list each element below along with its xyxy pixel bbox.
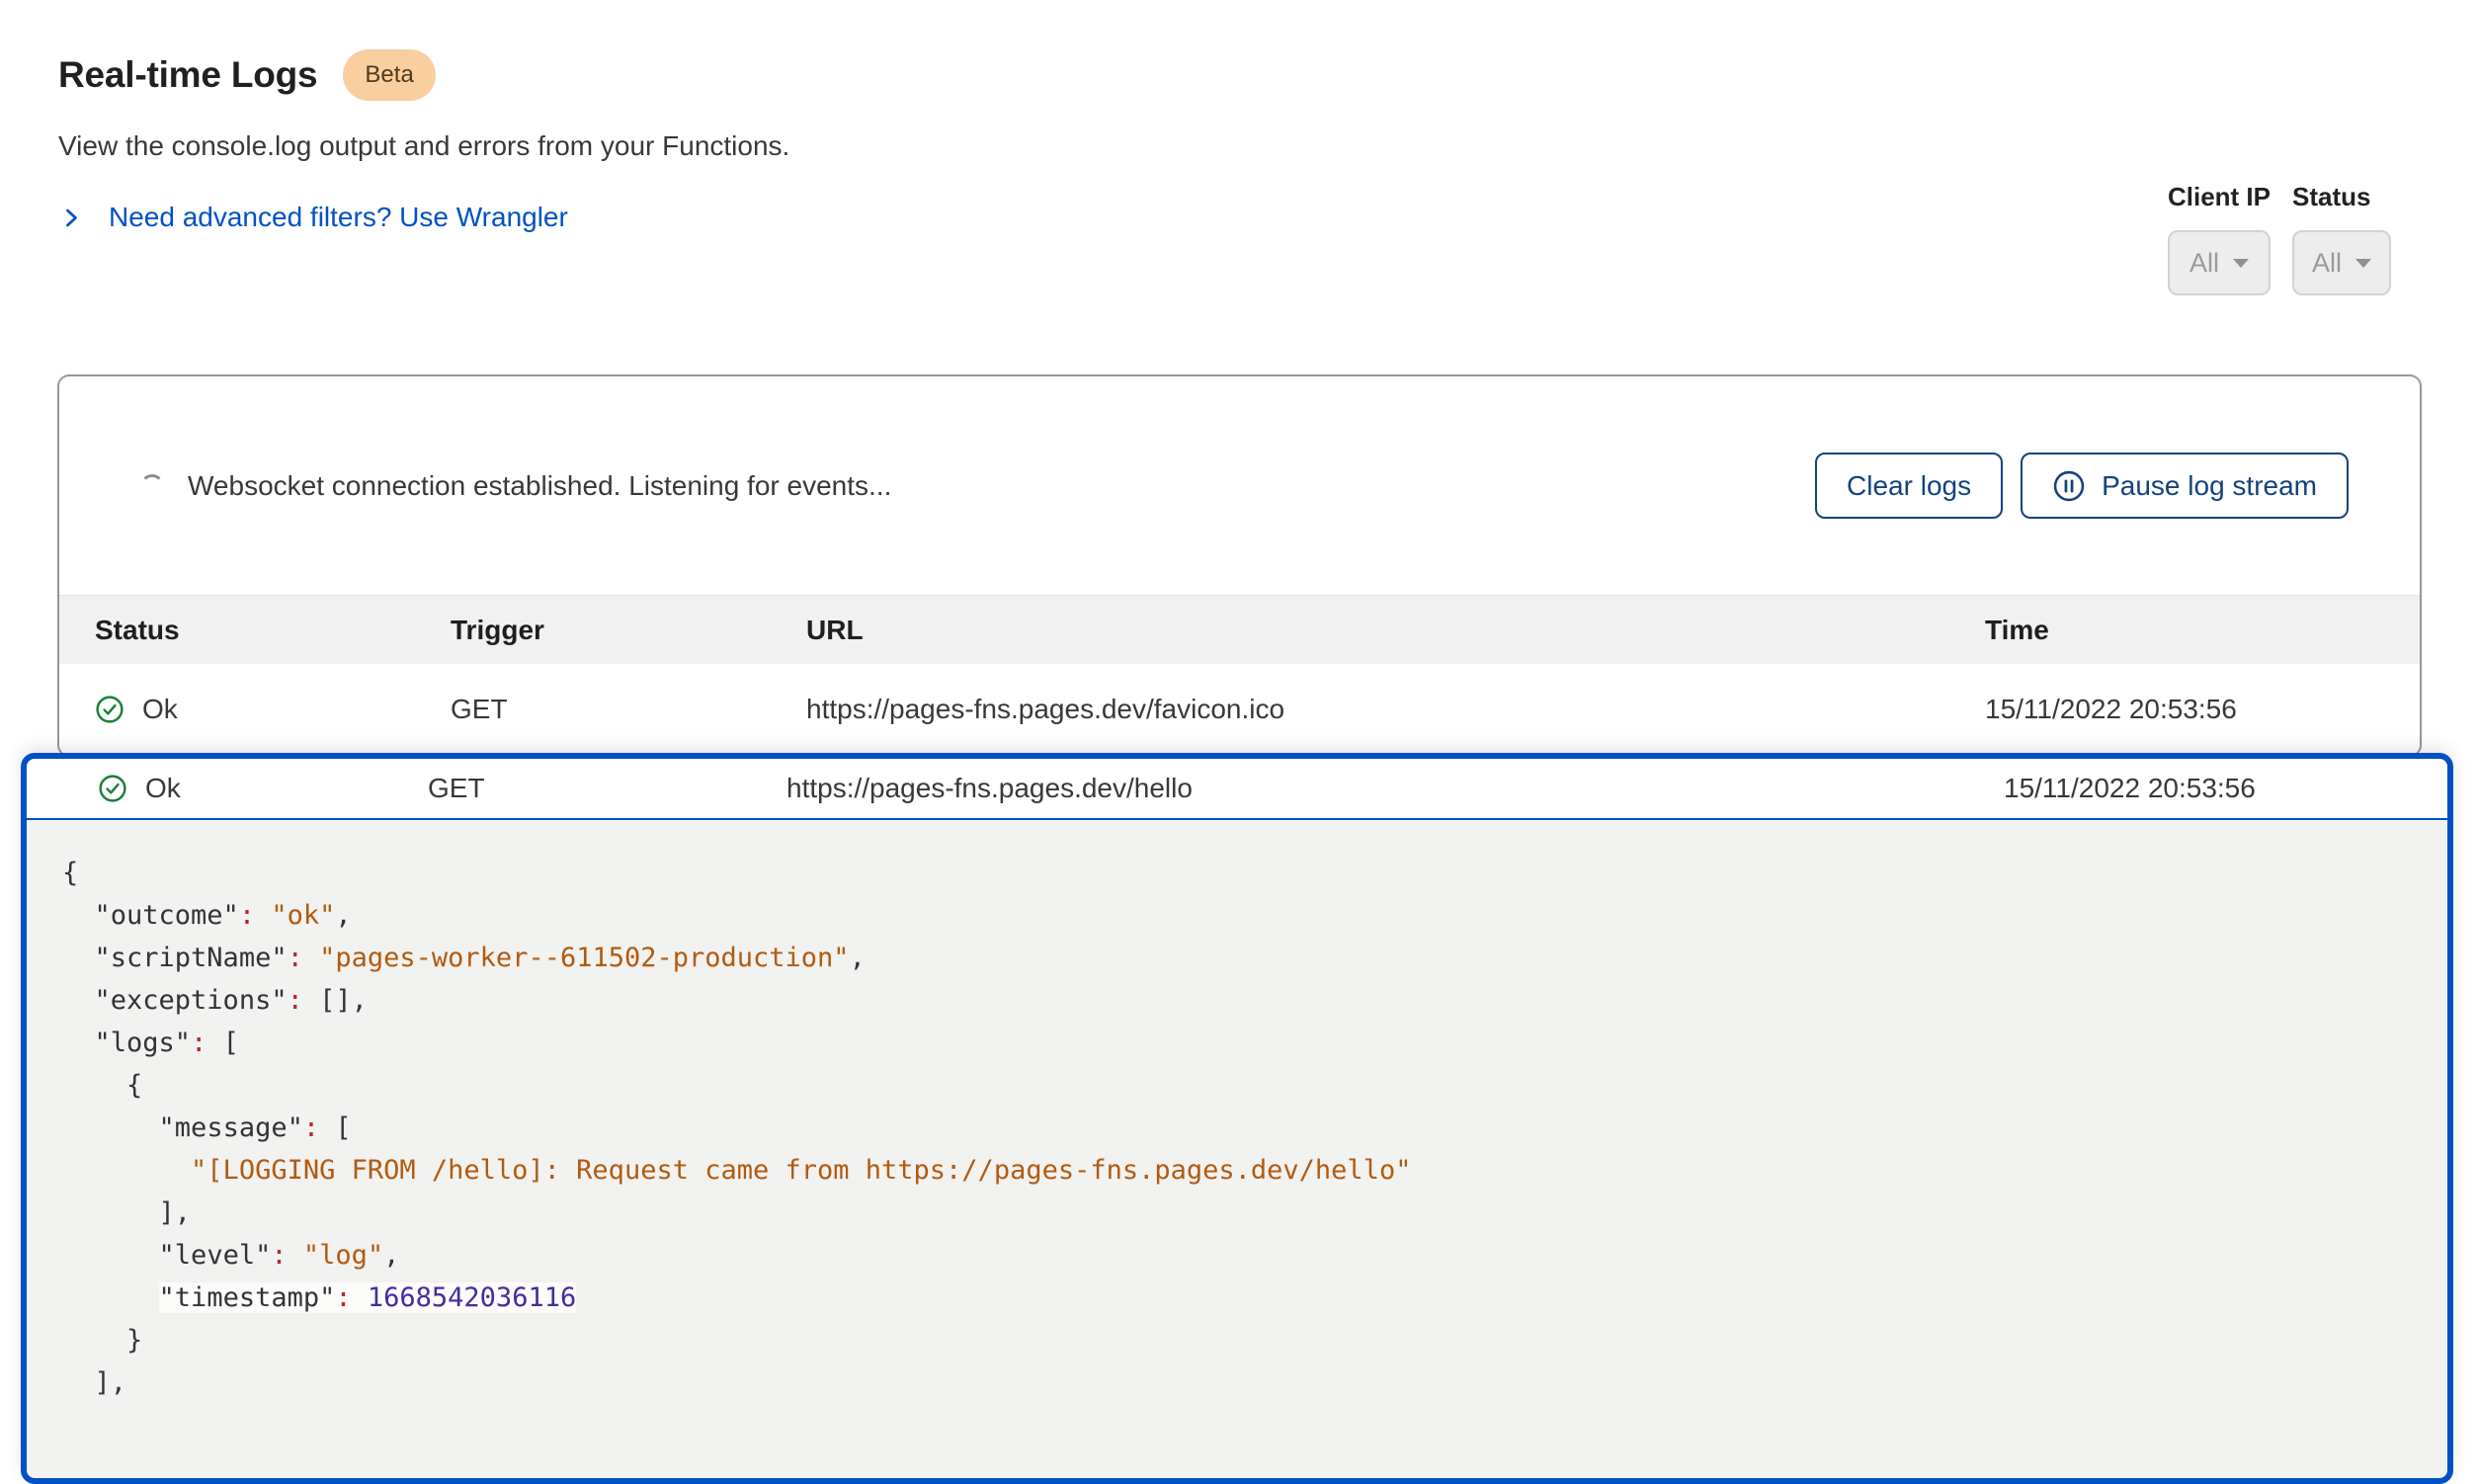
status-label: Ok xyxy=(142,694,178,725)
column-header-time: Time xyxy=(1985,615,2384,646)
toolbar-actions: Clear logs Pause log stream xyxy=(1815,453,2349,519)
column-header-trigger: Trigger xyxy=(451,615,806,646)
status-dropdown[interactable]: All xyxy=(2292,230,2391,295)
clear-logs-button-label: Clear logs xyxy=(1847,470,1971,502)
spinner-icon xyxy=(140,474,164,498)
status-filter-label: Status xyxy=(2292,182,2391,212)
table-row-favicon[interactable]: Ok GET https://pages-fns.pages.dev/favic… xyxy=(59,664,2420,755)
pause-log-stream-button-label: Pause log stream xyxy=(2102,470,2317,502)
expanded-log-panel: Ok GET https://pages-fns.pages.dev/hello… xyxy=(21,753,2453,1484)
column-header-url: URL xyxy=(806,615,1985,646)
caret-down-icon xyxy=(2355,259,2371,268)
wrangler-link[interactable]: Need advanced filters? Use Wrangler xyxy=(58,202,568,233)
websocket-status-message: Websocket connection established. Listen… xyxy=(188,470,891,502)
page-subtitle: View the console.log output and errors f… xyxy=(58,130,2478,162)
pause-log-stream-button[interactable]: Pause log stream xyxy=(2021,453,2349,519)
status-cell: Ok xyxy=(98,773,428,804)
page-header: Real-time Logs Beta View the console.log… xyxy=(0,0,2478,233)
table-header: Status Trigger URL Time xyxy=(59,595,2420,664)
status-label: Ok xyxy=(145,773,181,804)
table-row-hello-expanded[interactable]: Ok GET https://pages-fns.pages.dev/hello… xyxy=(27,759,2447,820)
title-row: Real-time Logs Beta xyxy=(58,49,2478,101)
chevron-right-icon xyxy=(58,205,85,231)
client-ip-filter-label: Client IP xyxy=(2168,182,2271,212)
status-filter: Status All xyxy=(2292,182,2391,295)
caret-down-icon xyxy=(2233,259,2249,268)
logs-toolbar: Websocket connection established. Listen… xyxy=(59,376,2420,595)
clear-logs-button[interactable]: Clear logs xyxy=(1815,453,2003,519)
realtime-logs-page: Real-time Logs Beta View the console.log… xyxy=(0,0,2478,1417)
trigger-cell: GET xyxy=(428,773,786,804)
websocket-status: Websocket connection established. Listen… xyxy=(140,470,891,502)
url-cell: https://pages-fns.pages.dev/favicon.ico xyxy=(806,694,1985,725)
status-dropdown-value: All xyxy=(2312,248,2342,279)
status-cell: Ok xyxy=(95,694,451,725)
wrangler-link-label: Need advanced filters? Use Wrangler xyxy=(109,202,568,233)
status-ok-icon xyxy=(98,774,127,803)
pause-icon xyxy=(2052,469,2086,503)
column-header-status: Status xyxy=(95,615,451,646)
time-cell: 15/11/2022 20:53:56 xyxy=(2004,773,2412,804)
beta-badge: Beta xyxy=(343,49,435,101)
filters: Client IP All Status All xyxy=(2168,182,2391,295)
client-ip-dropdown[interactable]: All xyxy=(2168,230,2271,295)
client-ip-dropdown-value: All xyxy=(2189,248,2219,279)
page-title: Real-time Logs xyxy=(58,54,317,96)
client-ip-filter: Client IP All xyxy=(2168,182,2271,295)
time-cell: 15/11/2022 20:53:56 xyxy=(1985,694,2384,725)
url-cell: https://pages-fns.pages.dev/hello xyxy=(786,773,2004,804)
log-detail-view: { "outcome": "ok", "scriptName": "pages-… xyxy=(27,820,2447,1404)
log-json: { "outcome": "ok", "scriptName": "pages-… xyxy=(62,852,2412,1404)
trigger-cell: GET xyxy=(451,694,806,725)
status-ok-icon xyxy=(95,695,124,724)
logs-card: Websocket connection established. Listen… xyxy=(57,374,2422,757)
